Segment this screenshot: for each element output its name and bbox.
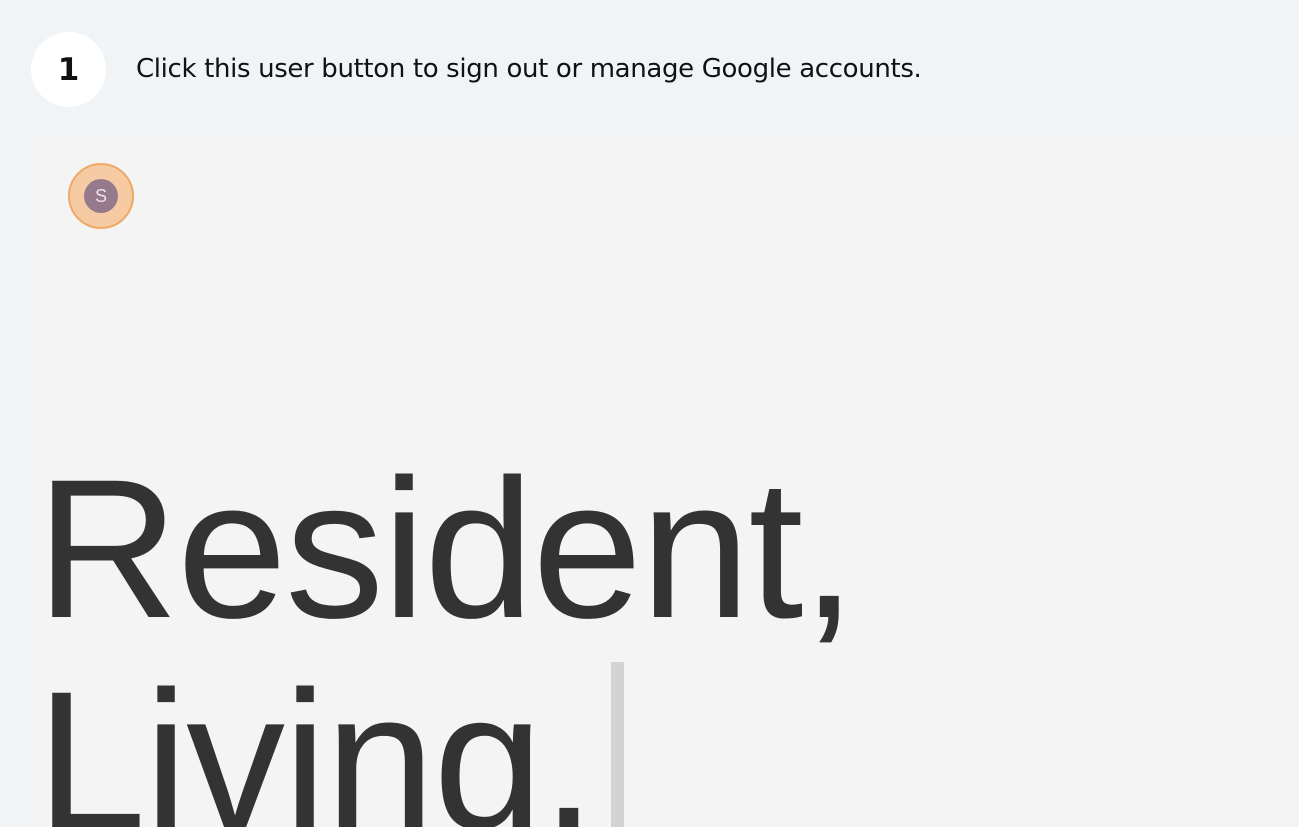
text-cursor: [611, 662, 624, 827]
step-header: 1 Click this user button to sign out or …: [0, 0, 1299, 138]
user-avatar-icon: S: [84, 179, 118, 213]
step-instruction: Click this user button to sign out or ma…: [136, 54, 922, 84]
user-account-button[interactable]: S: [68, 163, 134, 229]
heading-line-2: Living.: [36, 650, 596, 827]
screenshot-frame: S Resident, Living.: [32, 138, 1299, 827]
step-number-badge: 1: [31, 32, 106, 107]
page-heading: Resident, Living.: [36, 438, 856, 827]
heading-line-1: Resident,: [36, 438, 856, 659]
